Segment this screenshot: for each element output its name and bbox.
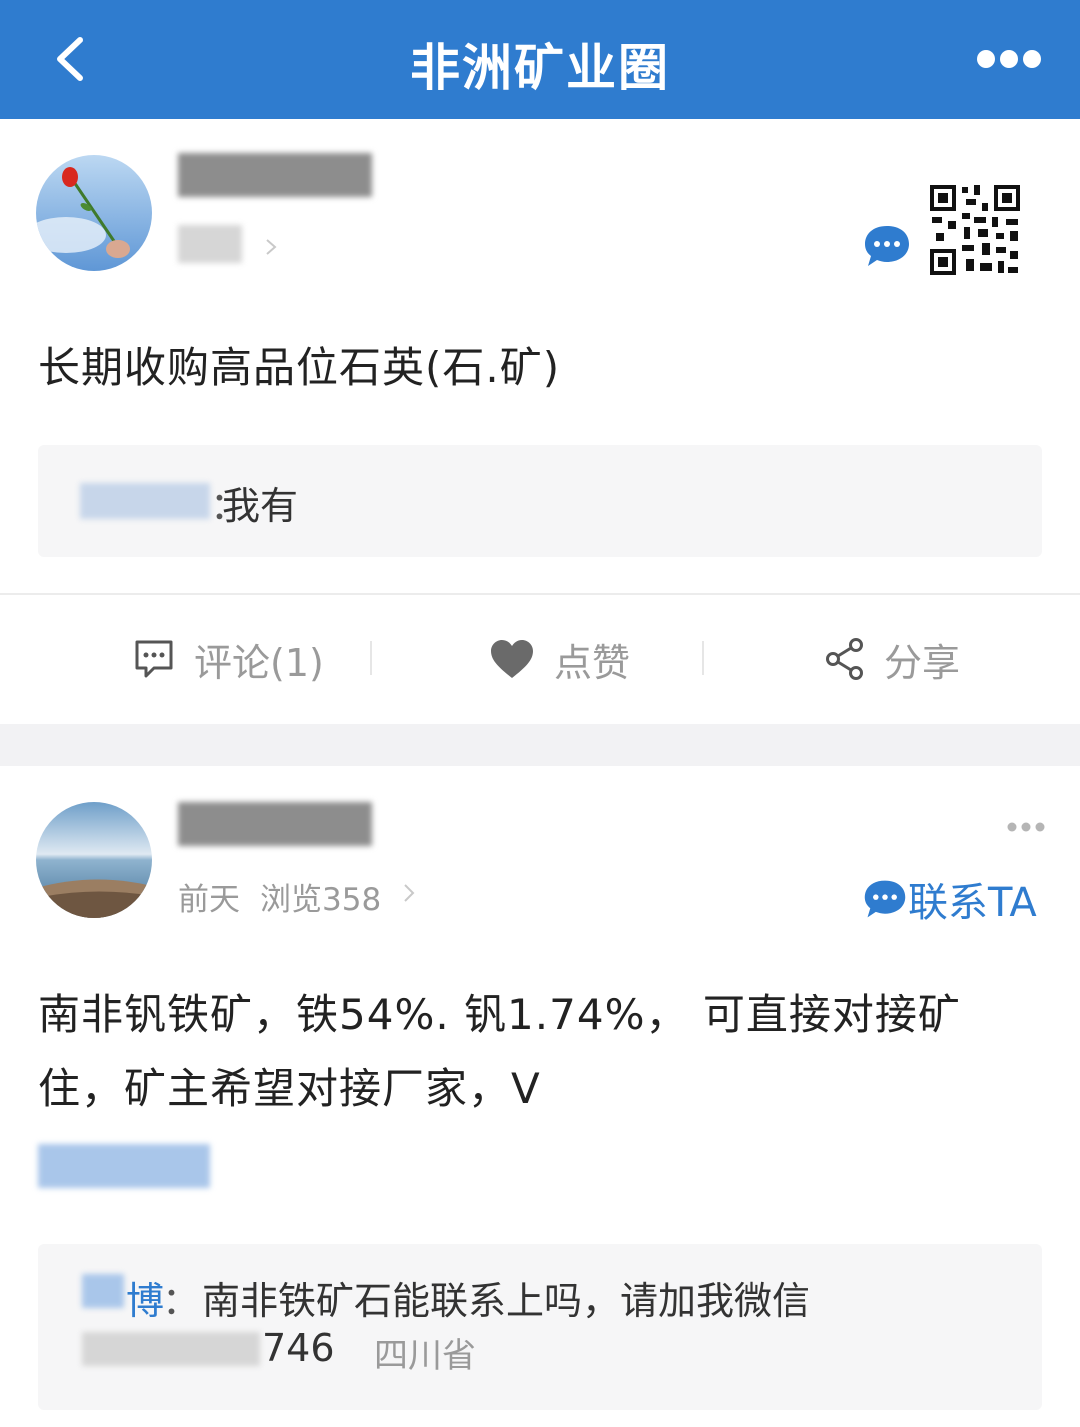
- comment-text: 我有: [222, 484, 299, 528]
- comment-count-label: 评论(1): [194, 640, 324, 685]
- heart-icon: [491, 640, 533, 678]
- more-options-button[interactable]: [974, 44, 1044, 74]
- avatar[interactable]: [36, 802, 152, 918]
- contact-label: 联系TA: [908, 880, 1037, 926]
- wechat-id-redacted: [82, 1332, 260, 1366]
- post-card: 前天 浏览358 联系TA 南非钒铁矿，铁54%. 钒1.74%， 可直接对接矿…: [0, 766, 1080, 1427]
- share-label: 分享: [884, 640, 961, 685]
- qr-code-image: [926, 181, 1024, 279]
- meta-redacted: [178, 225, 242, 263]
- view-all-link-redacted[interactable]: [38, 1144, 210, 1188]
- post-time: 前天: [178, 882, 240, 918]
- post-content: 长期收购高品位石英(石.矿): [38, 343, 561, 392]
- chat-bubble-icon: [864, 880, 906, 918]
- share-button[interactable]: 分享: [824, 595, 960, 723]
- wechat-id-suffix: 746: [262, 1326, 335, 1370]
- comment-location: 四川省: [374, 1336, 476, 1376]
- divider: [702, 641, 704, 675]
- commenter-name: 博: [126, 1279, 165, 1323]
- comment-text: 南非铁矿石能联系上吗，请加我微信: [202, 1279, 811, 1323]
- username-redacted: [178, 153, 372, 197]
- rose-avatar-image: [36, 155, 152, 271]
- top-bar: 非洲矿业圈: [0, 0, 1080, 119]
- chevron-right-icon: [404, 884, 415, 902]
- post-content-line-2: 住，矿主希望对接厂家，V: [38, 1064, 541, 1113]
- share-icon: [826, 638, 863, 680]
- username-redacted: [178, 802, 372, 846]
- chat-bubble-icon[interactable]: [862, 223, 912, 269]
- comment-button[interactable]: 评论(1): [132, 595, 324, 723]
- view-count: 浏览358: [260, 882, 382, 918]
- more-dots-icon: [977, 50, 1041, 68]
- like-button[interactable]: 点赞: [488, 595, 630, 723]
- contact-button[interactable]: 联系TA: [862, 870, 1037, 928]
- action-bar: 评论(1) 点赞 分享: [0, 593, 1080, 721]
- more-dots-icon[interactable]: [1006, 820, 1046, 834]
- comment-separator: ：: [162, 1279, 201, 1323]
- feed-separator: [0, 724, 1080, 766]
- divider: [370, 641, 372, 675]
- comment-preview[interactable]: ： 我有: [38, 445, 1042, 557]
- commenter-name-redacted: [80, 483, 210, 519]
- post-card: 长期收购高品位石英(石.矿) ： 我有 评论(1) 点赞 分享: [0, 119, 1080, 724]
- avatar[interactable]: [36, 155, 152, 271]
- comment-icon: [135, 640, 173, 678]
- chevron-right-icon: [266, 239, 277, 255]
- post-content-line-1: 南非钒铁矿，铁54%. 钒1.74%， 可直接对接矿: [38, 990, 961, 1039]
- page-title: 非洲矿业圈: [410, 39, 670, 97]
- comment-preview[interactable]: 博 ： 南非铁矿石能联系上吗，请加我微信 746 四川省: [38, 1244, 1042, 1410]
- commenter-name-redacted: [82, 1274, 124, 1308]
- like-label: 点赞: [554, 640, 631, 685]
- sea-avatar-image: [36, 802, 152, 918]
